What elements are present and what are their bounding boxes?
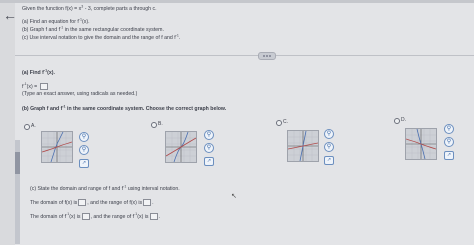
option-c-open-icon[interactable]: ↗ <box>324 156 334 165</box>
part-a-instruction: (a) Find an equation for f-1(x). <box>22 17 90 25</box>
option-b-zoom-out-icon[interactable]: ⚲ <box>204 143 214 153</box>
part-a-answer-row: f-1(x) = <box>22 82 49 90</box>
range-finv-input[interactable] <box>149 213 158 220</box>
option-b-open-icon[interactable]: ↗ <box>204 157 214 166</box>
option-a-open-icon[interactable]: ↗ <box>79 159 89 168</box>
part-a-title: (a) Find f-1(x). <box>22 68 55 76</box>
option-c-radio[interactable] <box>276 120 282 126</box>
part-b-instruction: (b) Graph f and f-1 in the same rectangu… <box>22 25 164 33</box>
option-a-graph <box>41 131 73 163</box>
option-c-label: C. <box>283 119 288 125</box>
option-d-zoom-out-icon[interactable]: ⚲ <box>444 137 454 147</box>
part-c-instruction: (c) Use interval notation to give the do… <box>22 33 181 41</box>
part-a-hint: (Type an exact answer, using radicals as… <box>22 91 138 97</box>
option-c-graph <box>287 130 319 162</box>
collapse-toggle-button[interactable] <box>258 52 276 60</box>
part-b-prompt: (b) Graph f and f-1 in the same coordina… <box>22 104 227 112</box>
option-b-zoom-icon[interactable]: ⚲ <box>204 130 214 140</box>
mouse-cursor-icon: ↖ <box>231 193 237 200</box>
option-d-graph <box>405 128 437 160</box>
option-d-open-icon[interactable]: ↗ <box>444 151 454 160</box>
option-a-label: A. <box>31 123 36 129</box>
scrollbar-thumb[interactable] <box>15 152 20 174</box>
option-b-graph <box>165 131 197 163</box>
option-d-radio[interactable] <box>394 118 400 124</box>
option-a-zoom-out-icon[interactable]: ⚲ <box>79 145 89 155</box>
domain-finv-input[interactable] <box>81 213 90 220</box>
domain-range-f-row: The domain of f(x) is, and the range of … <box>30 199 154 206</box>
option-b-label: B. <box>158 121 163 127</box>
section-divider <box>15 55 474 56</box>
question-intro: Given the function f(x) = x3 - 3, comple… <box>22 4 157 12</box>
option-d-zoom-icon[interactable]: ⚲ <box>444 124 454 134</box>
part-c-prompt: (c) State the domain and range of f and … <box>30 184 180 192</box>
range-f-input[interactable] <box>143 199 152 206</box>
domain-range-finv-row: The domain of f-1(x) is, and the range o… <box>30 212 160 220</box>
domain-f-input[interactable] <box>78 199 87 206</box>
option-d-label: D. <box>401 117 406 123</box>
option-c-zoom-out-icon[interactable]: ⚲ <box>324 142 334 152</box>
inverse-answer-input[interactable] <box>39 83 48 90</box>
option-b-radio[interactable] <box>151 122 157 128</box>
option-a-radio[interactable] <box>24 124 30 130</box>
option-c-zoom-icon[interactable]: ⚲ <box>324 129 334 139</box>
option-a-zoom-icon[interactable]: ⚲ <box>79 132 89 142</box>
